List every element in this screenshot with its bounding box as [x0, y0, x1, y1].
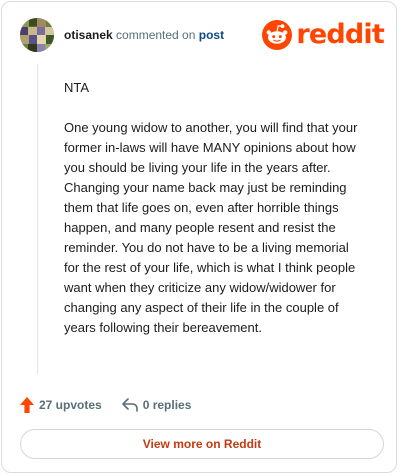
upvote-count: 27 upvotes	[39, 398, 102, 412]
reddit-wordmark: reddit	[296, 19, 384, 50]
action-text: commented on	[116, 28, 196, 42]
replies-count: 0 replies	[142, 398, 192, 412]
comment-paragraph: NTA	[64, 80, 90, 95]
comment-meta: otisanek commented on post	[64, 28, 224, 42]
comment-body: NTA One young widow to another, you will…	[64, 78, 364, 358]
comment-paragraph: One young widow to another, you will fin…	[64, 120, 358, 335]
reddit-logo[interactable]: reddit	[262, 19, 385, 51]
comment-header: otisanek commented on post reddit	[20, 18, 385, 54]
avatar-image-icon	[20, 18, 54, 52]
thread-line	[37, 64, 38, 374]
user-avatar[interactable]	[20, 18, 54, 52]
upvote-button[interactable]: 27 upvotes	[20, 397, 102, 413]
reddit-snoo-icon	[262, 20, 293, 50]
post-link[interactable]: post	[199, 28, 224, 42]
view-more-button[interactable]: View more on Reddit	[20, 429, 384, 459]
comment-actions: 27 upvotes 0 replies	[20, 396, 191, 414]
comment-embed-card: otisanek commented on post reddit NTA On…	[1, 1, 397, 473]
replies-button[interactable]: 0 replies	[121, 398, 192, 412]
upvote-arrow-icon	[20, 397, 34, 413]
reply-arrow-icon	[121, 398, 138, 412]
username-link[interactable]: otisanek	[64, 28, 113, 42]
